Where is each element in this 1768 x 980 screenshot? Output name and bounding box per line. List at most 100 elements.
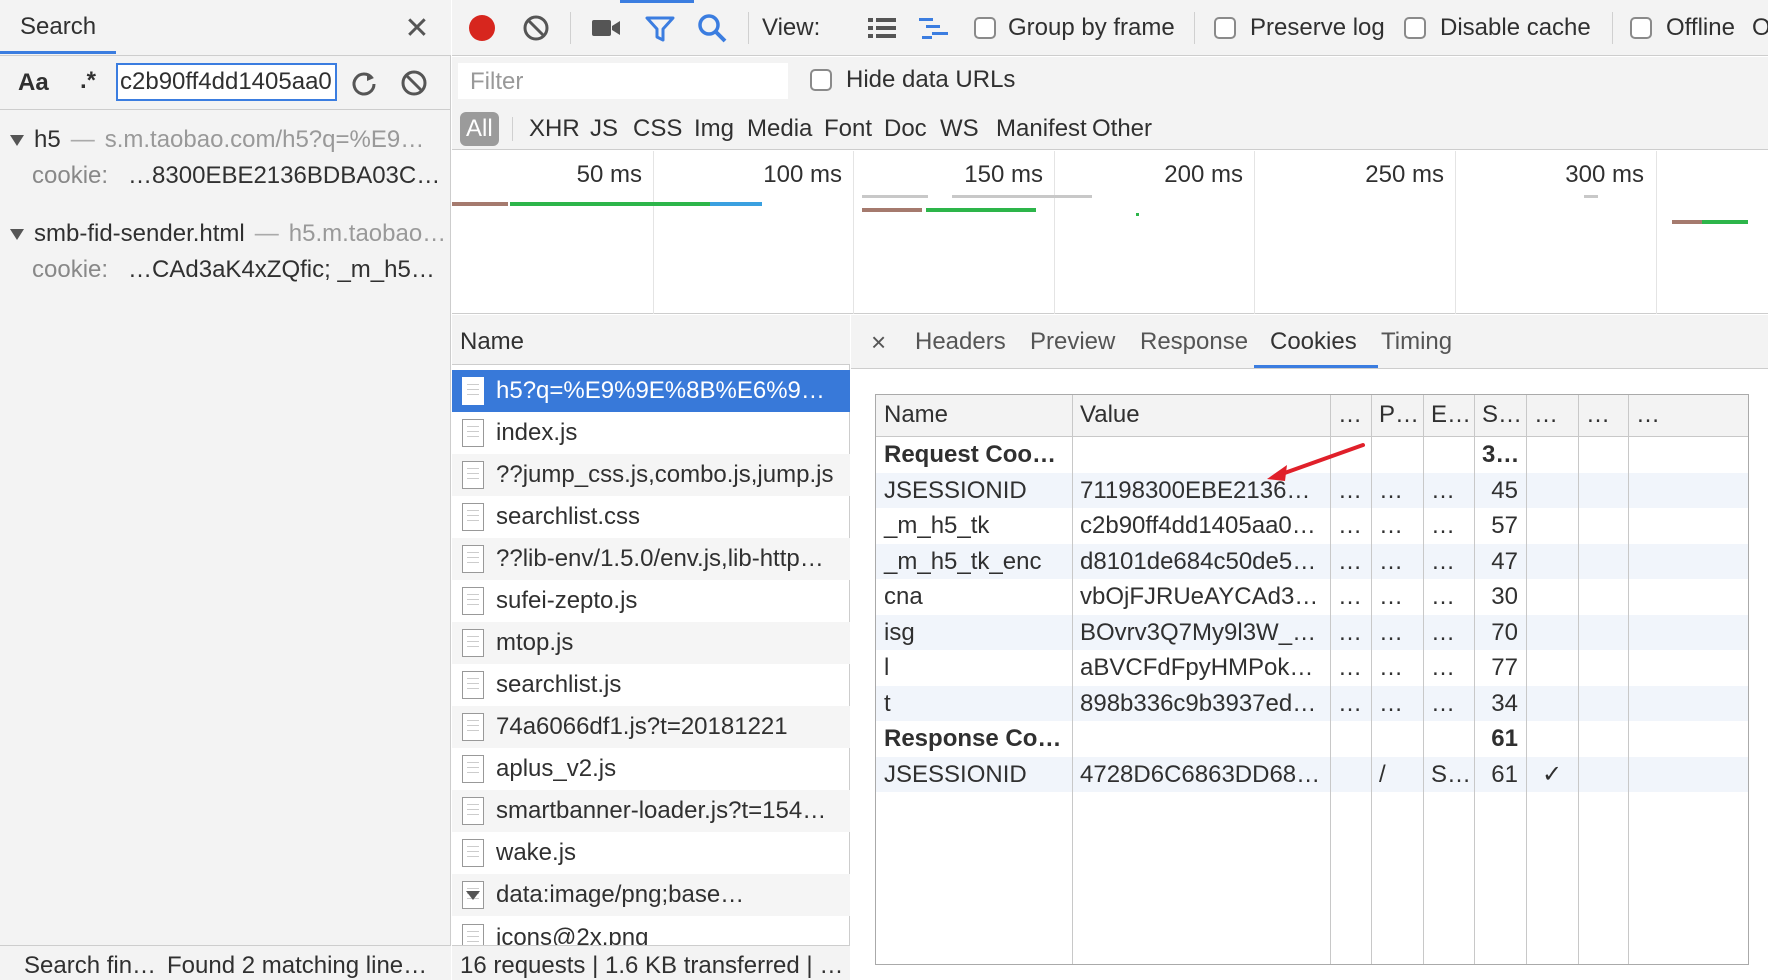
search-input[interactable]: c2b90ff4dd1405aa0	[118, 65, 335, 99]
active-tab-indicator	[620, 0, 694, 3]
cookie-row[interactable]: l aBVCFdFpyHMPokBB… … … … 77	[876, 650, 1748, 685]
type-ws-button[interactable]: WS	[934, 112, 985, 146]
cookie-row[interactable]: cna vbOjFJRUeAYCAd3aK… … … … 30	[876, 579, 1748, 614]
type-css-button[interactable]: CSS	[627, 112, 688, 146]
cookie-row[interactable]: JSESSIONID 4728D6C6863DD6805… / S… 61 ✓	[876, 756, 1748, 792]
hide-data-urls-checkbox[interactable]	[810, 69, 832, 91]
column-divider[interactable]	[1423, 395, 1424, 964]
request-row[interactable]: icons@2x.png	[452, 916, 850, 945]
filter-input[interactable]: Filter	[458, 63, 788, 99]
timeline-bar	[1584, 195, 1598, 198]
cookie-row[interactable]: isg BOvrv3Q7My9l3W_6iC… … … … 70	[876, 614, 1748, 650]
tab-headers[interactable]: Headers	[915, 315, 1006, 369]
search-result-file[interactable]: smb-fid-sender.html — h5.m.taobao…	[10, 216, 448, 252]
search-icon[interactable]	[694, 10, 730, 46]
request-row[interactable]: mtop.js	[452, 622, 850, 664]
column-divider[interactable]	[1578, 395, 1579, 964]
name-column-header[interactable]: Name	[460, 328, 524, 356]
request-row[interactable]: ??jump_css.js,combo.js,jump.js	[452, 454, 850, 496]
col-expires-header[interactable]: E…	[1423, 395, 1474, 435]
close-detail-icon[interactable]: ×	[871, 315, 886, 369]
request-name: wake.js	[496, 839, 577, 866]
disable-cache-checkbox[interactable]	[1404, 17, 1426, 39]
waterfall-icon[interactable]	[916, 12, 952, 44]
regex-toggle[interactable]: .*	[80, 67, 96, 95]
cookie-httponly	[1526, 473, 1578, 508]
clear-search-icon[interactable]	[396, 65, 432, 101]
search-input-box[interactable]: c2b90ff4dd1405aa0	[116, 63, 337, 101]
request-row[interactable]: ??lib-env/1.5.0/env.js,lib-http…	[452, 538, 850, 580]
timeline-overview[interactable]: 50 ms 100 ms 150 ms 200 ms 250 ms 300 ms	[452, 151, 1768, 314]
column-divider[interactable]	[1628, 395, 1629, 964]
request-row[interactable]: sufei-zepto.js	[452, 580, 850, 622]
expand-triangle-icon[interactable]	[10, 134, 24, 146]
filter-icon[interactable]	[642, 12, 678, 46]
cookie-size: 3…	[1482, 441, 1520, 468]
col-value-header[interactable]: Value	[1072, 395, 1330, 435]
close-search-icon[interactable]: ✕	[401, 12, 433, 45]
separator	[512, 117, 513, 141]
type-img-button[interactable]: Img	[688, 112, 740, 146]
type-doc-button[interactable]: Doc	[878, 112, 933, 146]
type-xhr-button[interactable]: XHR	[523, 112, 586, 146]
tab-cookies[interactable]: Cookies	[1270, 315, 1357, 369]
request-row[interactable]: searchlist.css	[452, 496, 850, 538]
group-by-frame-checkbox[interactable]	[974, 17, 996, 39]
throttling-select[interactable]: O	[1752, 14, 1768, 42]
timeline-bar	[952, 195, 1092, 198]
search-result-line[interactable]: cookie: …CAd3aK4xZQfic; _m_h5_…	[32, 252, 446, 288]
record-icon[interactable]	[466, 12, 498, 44]
col-samesite-header[interactable]: …	[1628, 395, 1680, 435]
request-row[interactable]: index.js	[452, 412, 850, 454]
request-list: Name h5?q=%E9%9E%8B%E6%9… index.js ??jum…	[452, 315, 850, 980]
preserve-log-checkbox[interactable]	[1214, 17, 1236, 39]
cookie-httponly	[1526, 615, 1578, 650]
search-result-file[interactable]: h5 — s.m.taobao.com/h5?q=%E9…	[10, 122, 448, 158]
request-row[interactable]: searchlist.js	[452, 664, 850, 706]
column-divider[interactable]	[1474, 395, 1475, 964]
cookie-row[interactable]: t 898b336c9b3937ed64… … … … 34	[876, 685, 1748, 721]
request-row[interactable]: data:image/png;base…	[452, 874, 850, 916]
column-divider[interactable]	[1526, 395, 1527, 964]
col-domain-header[interactable]: …	[1330, 395, 1371, 435]
type-all-button[interactable]: All	[460, 112, 499, 146]
request-row[interactable]: 74a6066df1.js?t=20181221	[452, 706, 850, 748]
match-case-toggle[interactable]: Aa	[18, 69, 49, 97]
cookie-value: vbOjFJRUeAYCAd3aK…	[1080, 583, 1330, 610]
search-tab-underline	[0, 51, 116, 54]
type-js-button[interactable]: JS	[584, 112, 624, 146]
tab-timing[interactable]: Timing	[1381, 315, 1452, 369]
cookie-size: 45	[1491, 476, 1518, 504]
request-name: index.js	[496, 419, 578, 446]
cookie-httponly	[1526, 579, 1578, 614]
col-name-header[interactable]: Name	[876, 395, 1072, 435]
offline-checkbox[interactable]	[1630, 17, 1652, 39]
cookie-row[interactable]: _m_h5_tk_enc d8101de684c50de5e7… … … … 47	[876, 543, 1748, 579]
search-tab[interactable]: Search	[20, 13, 96, 41]
column-divider[interactable]	[1371, 395, 1372, 964]
cookie-path: …	[1379, 654, 1403, 681]
request-row[interactable]: h5?q=%E9%9E%8B%E6%9…	[452, 370, 850, 412]
request-row[interactable]: aplus_v2.js	[452, 748, 850, 790]
col-httponly-header[interactable]: …	[1526, 395, 1578, 435]
refresh-icon[interactable]	[346, 65, 382, 101]
column-divider[interactable]	[1072, 395, 1073, 964]
expand-triangle-icon[interactable]	[10, 228, 24, 240]
type-other-button[interactable]: Other	[1086, 112, 1158, 146]
tab-preview[interactable]: Preview	[1030, 315, 1115, 369]
request-row[interactable]: wake.js	[452, 832, 850, 874]
type-font-button[interactable]: Font	[818, 112, 878, 146]
col-secure-header[interactable]: …	[1578, 395, 1628, 435]
col-path-header[interactable]: P…	[1371, 395, 1423, 435]
video-camera-icon[interactable]	[586, 12, 626, 44]
type-media-button[interactable]: Media	[741, 112, 818, 146]
cookie-row[interactable]: _m_h5_tk c2b90ff4dd1405aa02f… … … … 57	[876, 508, 1748, 543]
clear-icon[interactable]	[520, 12, 552, 44]
type-manifest-button[interactable]: Manifest	[990, 112, 1093, 146]
tab-response[interactable]: Response	[1140, 315, 1248, 369]
large-rows-icon[interactable]	[864, 12, 900, 44]
request-row[interactable]: smartbanner-loader.js?t=154…	[452, 790, 850, 832]
search-result-line[interactable]: cookie: …8300EBE2136BDBA03C…	[32, 158, 446, 194]
cookie-size: 30	[1491, 583, 1518, 610]
col-size-header[interactable]: S…	[1474, 395, 1526, 435]
